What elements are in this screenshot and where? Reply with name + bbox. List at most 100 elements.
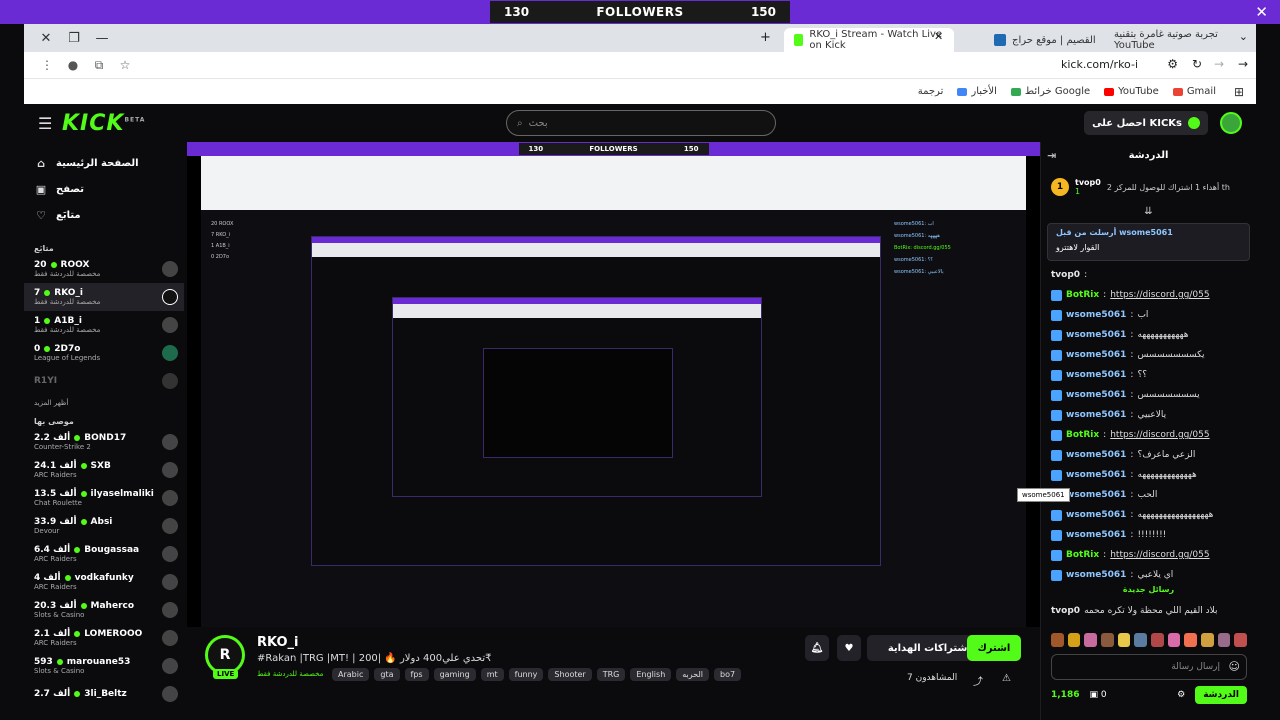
stream-tag[interactable]: Arabic xyxy=(332,668,370,681)
chat-input[interactable]: إرسال رسالة ☺ xyxy=(1051,654,1247,680)
bookmark-news[interactable]: الأخبار xyxy=(957,86,997,97)
chat-username[interactable]: wsome5061 xyxy=(1066,410,1126,420)
window-restore-icon[interactable]: ❐ xyxy=(60,31,88,46)
stream-tag[interactable]: funny xyxy=(508,668,544,681)
chat-username[interactable]: BotRix xyxy=(1066,290,1099,300)
chat-username[interactable]: wsome5061 xyxy=(1066,530,1126,540)
stream-tag[interactable]: gaming xyxy=(433,668,476,681)
emote-icon[interactable] xyxy=(1234,633,1248,647)
stream-tag[interactable]: الحربه xyxy=(676,668,710,681)
chat-username[interactable]: wsome5061 xyxy=(1066,450,1126,460)
tab-close-icon[interactable]: ✕ xyxy=(934,30,943,43)
tab-kick[interactable]: RKO_i Stream - Watch Live on Kick xyxy=(784,28,954,52)
emote-icon[interactable] xyxy=(1084,633,1098,647)
emoji-icon[interactable]: ☺ xyxy=(1229,660,1240,673)
chat-username[interactable]: wsome5061 xyxy=(1066,470,1126,480)
extensions-icon[interactable]: ⧉ xyxy=(86,58,112,73)
chat-link[interactable]: https://discord.gg/055 xyxy=(1110,430,1209,440)
sidebar-item-following[interactable]: متابَع ♡ xyxy=(24,202,184,228)
tab-haraj[interactable]: القصيم | موقع حراج xyxy=(984,28,1114,52)
bookmark-gmail[interactable]: Gmail xyxy=(1172,86,1216,97)
favorite-button[interactable]: ♥ xyxy=(837,635,861,661)
new-tab-icon[interactable]: + xyxy=(760,30,771,45)
emote-icon[interactable] xyxy=(1117,633,1131,647)
chat-username[interactable]: wsome5061 xyxy=(1066,310,1126,320)
stream-tag[interactable]: TRG xyxy=(596,668,626,681)
sidebar-channel[interactable]: 1 A1B_i مخصصة للدردشة فقط xyxy=(24,311,184,339)
sidebar-channel[interactable]: 2.2 ألف BOND17 Counter-Strike 2 xyxy=(24,428,184,456)
reload-icon[interactable]: ↻ xyxy=(1192,57,1202,71)
sidebar-channel[interactable]: 20.3 ألف Maherco Slots & Casino xyxy=(24,596,184,624)
bookmark-star-icon[interactable]: ☆ xyxy=(112,58,138,72)
report-icon[interactable]: ⚠ xyxy=(1002,673,1011,684)
sidebar-channel[interactable]: R1YI xyxy=(24,367,184,395)
address-bar[interactable]: kick.com/rko-i xyxy=(1061,58,1138,71)
emote-icon[interactable] xyxy=(1067,633,1081,647)
bookmark-translate[interactable]: ترجمة xyxy=(918,86,944,97)
chat-username[interactable]: wsome5061 xyxy=(1066,350,1126,360)
chat-username[interactable]: wsome5061 xyxy=(1066,490,1126,500)
stream-tag[interactable]: fps xyxy=(404,668,429,681)
site-settings-icon[interactable]: ⚙ xyxy=(1167,57,1178,71)
chat-username[interactable]: wsome5061 xyxy=(1066,570,1126,580)
stream-tag[interactable]: Shooter xyxy=(548,668,592,681)
bookmark-maps[interactable]: خرائط Google xyxy=(1010,86,1090,97)
bookmark-youtube[interactable]: YouTube xyxy=(1104,86,1159,97)
apps-grid-icon[interactable]: ⊞ xyxy=(1234,85,1244,99)
forward-icon[interactable]: → xyxy=(1214,57,1224,71)
send-chat-button[interactable]: الدردشة xyxy=(1195,686,1247,704)
sidebar-channel[interactable]: 2.7 ألف 3li_Beltz xyxy=(24,680,184,708)
sidebar-channel[interactable]: 13.5 ألف ilyaselmaliki Chat Roulette xyxy=(24,484,184,512)
chat-username[interactable]: wsome5061 xyxy=(1066,330,1126,340)
notification-bell-button[interactable]: 🔔︎ xyxy=(805,635,829,661)
emote-icon[interactable] xyxy=(1051,633,1064,647)
sidebar-item-browse[interactable]: تصفح ▣ xyxy=(24,176,184,202)
emote-icon[interactable] xyxy=(1134,633,1148,647)
sidebar-channel[interactable]: 33.9 ألف Absi Devour xyxy=(24,512,184,540)
window-minimize-icon[interactable]: — xyxy=(88,31,116,46)
stream-tag[interactable]: bo7 xyxy=(714,668,742,681)
emote-icon[interactable] xyxy=(1184,633,1198,647)
share-icon[interactable]: ⤴ xyxy=(973,673,983,688)
chat-username[interactable]: tvop0 xyxy=(1051,606,1080,616)
chat-settings-icon[interactable]: ⚙ xyxy=(1177,690,1185,700)
menu-dots-icon[interactable]: ⋮ xyxy=(34,58,60,72)
sidebar-channel[interactable]: 24.1 ألف SXB ARC Raiders xyxy=(24,456,184,484)
stream-category[interactable]: مخصصة للدردشة فقط xyxy=(257,670,323,678)
stream-tag[interactable]: gta xyxy=(374,668,400,681)
sidebar-channel[interactable]: 6.4 ألف Bougassaa ARC Raiders xyxy=(24,540,184,568)
tab-youtube[interactable]: تجربة صوتية غامرة بتقنية YouTube xyxy=(1104,28,1234,52)
stream-tag[interactable]: mt xyxy=(480,668,504,681)
sidebar-channel[interactable]: 0 2D7o League of Legends xyxy=(24,339,184,367)
back-icon[interactable]: → xyxy=(1238,57,1248,71)
chat-username[interactable]: wsome5061 xyxy=(1066,510,1126,520)
streamer-name[interactable]: RKO_i xyxy=(257,635,299,650)
sidebar-channel[interactable]: 7 RKO_i مخصصة للدردشة فقط xyxy=(24,283,184,311)
kick-logo[interactable]: KICKBETA xyxy=(62,111,145,136)
chat-username[interactable]: BotRix xyxy=(1066,430,1099,440)
chat-link[interactable]: https://discord.gg/055 xyxy=(1110,290,1209,300)
chat-link[interactable]: https://discord.gg/055 xyxy=(1110,550,1209,560)
show-more-link[interactable]: أظهر المزيد xyxy=(24,395,184,411)
video-player[interactable]: 130 FOLLOWERS 150 20 ROOX 7 RKO_i 1 A1B_… xyxy=(187,142,1040,627)
avatar[interactable] xyxy=(1220,112,1242,134)
chat-username[interactable]: wsome5061 xyxy=(1066,390,1126,400)
stream-tag[interactable]: English xyxy=(630,668,672,681)
emote-icon[interactable] xyxy=(1201,633,1214,647)
sidebar-channel[interactable]: 20 ROOX مخصصة للدردشة فقط xyxy=(24,255,184,283)
emote-icon[interactable] xyxy=(1217,633,1231,647)
sidebar-channel[interactable]: 4 ألف vodkafunky ARC Raiders xyxy=(24,568,184,596)
sidebar-channel[interactable]: 593 marouane53 Slots & Casino xyxy=(24,652,184,680)
get-kicks-button[interactable]: احصل على KICKs xyxy=(1084,111,1208,135)
sidebar-channel[interactable]: 2.1 ألف LOMEROOO ARC Raiders xyxy=(24,624,184,652)
emote-icon[interactable] xyxy=(1151,633,1164,647)
search-input[interactable]: ⌕ بحث xyxy=(506,110,776,136)
emote-icon[interactable] xyxy=(1167,633,1181,647)
follow-button[interactable]: اشترك xyxy=(967,635,1021,661)
chat-username[interactable]: tvop0 xyxy=(1051,270,1080,280)
tab-search-icon[interactable]: ⌄ xyxy=(1239,30,1248,43)
sidebar-item-home[interactable]: الصفحة الرئيسية ⌂ xyxy=(24,150,184,176)
hamburger-icon[interactable]: ☰ xyxy=(38,114,52,133)
emote-icon[interactable] xyxy=(1101,633,1114,647)
new-messages-indicator[interactable]: رسائل جديدة xyxy=(1041,585,1256,601)
